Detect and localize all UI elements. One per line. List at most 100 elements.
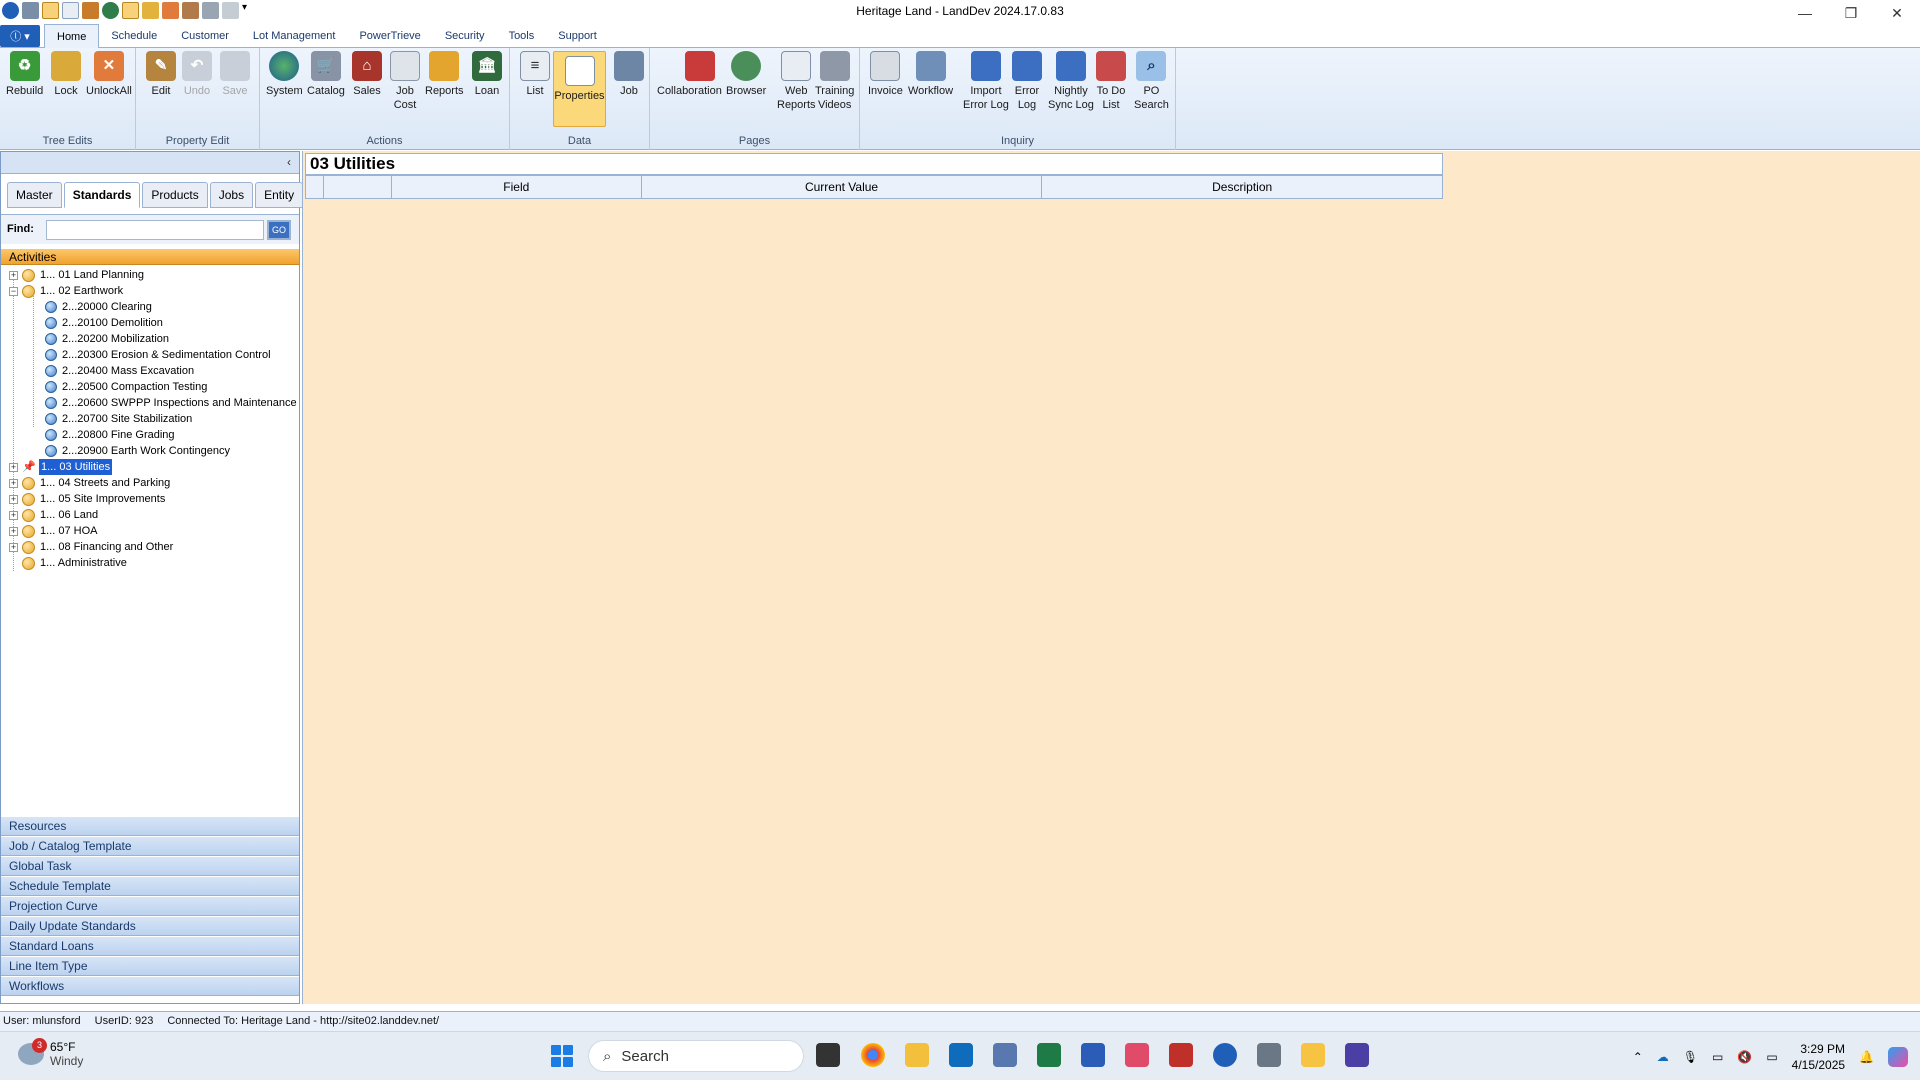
tree-node[interactable]: 2...20000 Clearing [1,299,299,315]
reports-button[interactable]: Reports [425,51,464,98]
unlockall-button[interactable]: ✕ UnlockAll [86,51,132,98]
tab-products[interactable]: Products [142,182,208,208]
word-icon[interactable] [1081,1043,1105,1067]
tab-home[interactable]: Home [44,24,100,48]
minimize-button[interactable]: — [1782,0,1828,26]
tree-node[interactable]: − 1... 02 Earthwork [1,283,299,299]
nav-daily-update-standards[interactable]: Daily Update Standards [1,916,299,936]
column-header-description[interactable]: Description [1042,176,1442,198]
restore-button[interactable]: ❐ [1828,0,1874,26]
expand-icon[interactable]: + [9,478,18,488]
list-button[interactable]: ≡ List [520,51,550,98]
copilot-icon[interactable] [1888,1046,1908,1067]
undo-button[interactable]: ↶ Undo [182,51,212,98]
tree-node[interactable]: 2...20500 Compaction Testing [1,379,299,395]
invoice-button[interactable]: Invoice [868,51,903,98]
column-header-field[interactable]: Field [392,176,642,198]
properties-button[interactable]: Properties [553,51,606,127]
expand-icon[interactable]: + [9,510,18,520]
display-icon[interactable]: ▭ [1712,1050,1723,1064]
tab-support[interactable]: Support [546,24,609,48]
error-log-button[interactable]: Error Log [1012,51,1042,112]
nav-workflows[interactable]: Workflows [1,976,299,996]
save-button[interactable]: Save [220,51,250,98]
tree-node[interactable]: 1... Administrative [1,555,299,571]
app-icon-2[interactable] [1345,1043,1369,1067]
sticky-notes-icon[interactable] [1301,1043,1325,1067]
nav-schedule-template[interactable]: Schedule Template [1,876,299,896]
file-explorer-icon[interactable] [905,1043,929,1067]
web-reports-button[interactable]: Web Reports [777,51,816,112]
microphone-icon[interactable]: 🎙 [1683,1050,1698,1064]
find-go-button[interactable]: GO [267,220,291,240]
workflow-button[interactable]: Workflow [908,51,953,98]
snipping-tool-icon[interactable] [1125,1043,1149,1067]
weather-widget[interactable]: 3 65°F Windy [18,1038,83,1068]
tree-node[interactable]: + 1... 06 Land [1,507,299,523]
collapse-panel-icon[interactable]: ‹ [287,155,291,169]
tab-entity[interactable]: Entity [255,182,304,208]
expand-icon[interactable]: + [9,526,18,536]
tab-standards[interactable]: Standards [63,182,141,208]
access-icon[interactable] [1169,1043,1193,1067]
expand-icon[interactable]: + [9,270,18,280]
tree-node[interactable]: + 1... 08 Financing and Other [1,539,299,555]
expand-icon[interactable]: + [9,542,18,552]
tab-jobs[interactable]: Jobs [209,182,254,208]
tab-tools[interactable]: Tools [497,24,547,48]
close-button[interactable]: ✕ [1874,0,1920,26]
to-do-list-button[interactable]: To Do List [1096,51,1126,112]
tree-node[interactable]: 2...20200 Mobilization [1,331,299,347]
collapse-icon[interactable]: − [9,286,18,296]
nav-job-catalog-template[interactable]: Job / Catalog Template [1,836,299,856]
start-button[interactable] [551,1045,573,1067]
job-cost-button[interactable]: Job Cost [390,51,420,112]
landdev-icon[interactable] [1213,1043,1237,1067]
loan-button[interactable]: 🏛 Loan [472,51,502,98]
nav-standard-loans[interactable]: Standard Loans [1,936,299,956]
onedrive-icon[interactable]: ☁ [1657,1050,1669,1064]
app-menu-button[interactable]: ⓛ ▾ [0,25,40,47]
rebuild-button[interactable]: ♻ Rebuild [6,51,43,98]
volume-muted-icon[interactable]: 🔇 [1737,1050,1752,1064]
system-button[interactable]: System [266,51,303,98]
taskbar-search[interactable]: ⌕ Search [588,1040,804,1072]
tab-schedule[interactable]: Schedule [99,24,169,48]
tree-node[interactable]: 2...20300 Erosion & Sedimentation Contro… [1,347,299,363]
tree-node[interactable]: + 1... 05 Site Improvements [1,491,299,507]
lock-button[interactable]: Lock [51,51,81,98]
tree-node[interactable]: + 1... 01 Land Planning [1,267,299,283]
training-videos-button[interactable]: Training Videos [815,51,854,112]
collaboration-button[interactable]: Collaboration [657,51,722,98]
tree-node[interactable]: 2...20100 Demolition [1,315,299,331]
tree-node-selected[interactable]: + 📌 1... 03 Utilities [1,459,299,475]
column-header-current-value[interactable]: Current Value [642,176,1043,198]
nav-resources[interactable]: Resources [1,816,299,836]
tab-customer[interactable]: Customer [169,24,241,48]
import-error-log-button[interactable]: Import Error Log [963,51,1009,112]
battery-icon[interactable]: ▭ [1766,1050,1777,1064]
nav-global-task[interactable]: Global Task [1,856,299,876]
tab-security[interactable]: Security [433,24,497,48]
expand-icon[interactable]: + [9,462,18,472]
app-icon[interactable] [993,1043,1017,1067]
tree-node[interactable]: 2...20900 Earth Work Contingency [1,443,299,459]
tab-master[interactable]: Master [7,182,62,208]
chevron-up-icon[interactable]: ⌃ [1633,1050,1643,1064]
sales-button[interactable]: ⌂ Sales [352,51,382,98]
tab-powertrieve[interactable]: PowerTrieve [347,24,432,48]
nav-projection-curve[interactable]: Projection Curve [1,896,299,916]
tree-node[interactable]: 2...20600 SWPPP Inspections and Maintena… [1,395,299,411]
notification-bell-icon[interactable]: 🔔 [1859,1050,1874,1064]
tab-lot-management[interactable]: Lot Management [241,24,348,48]
tree-node[interactable]: + 1... 04 Streets and Parking [1,475,299,491]
tree-node[interactable]: + 1... 07 HOA [1,523,299,539]
excel-icon[interactable] [1037,1043,1061,1067]
nav-line-item-type[interactable]: Line Item Type [1,956,299,976]
activities-section-header[interactable]: Activities [1,249,299,265]
task-view-icon[interactable] [816,1043,840,1067]
edit-button[interactable]: ✎ Edit [146,51,176,98]
expand-icon[interactable]: + [9,494,18,504]
tree-node[interactable]: 2...20800 Fine Grading [1,427,299,443]
calculator-icon[interactable] [1257,1043,1281,1067]
